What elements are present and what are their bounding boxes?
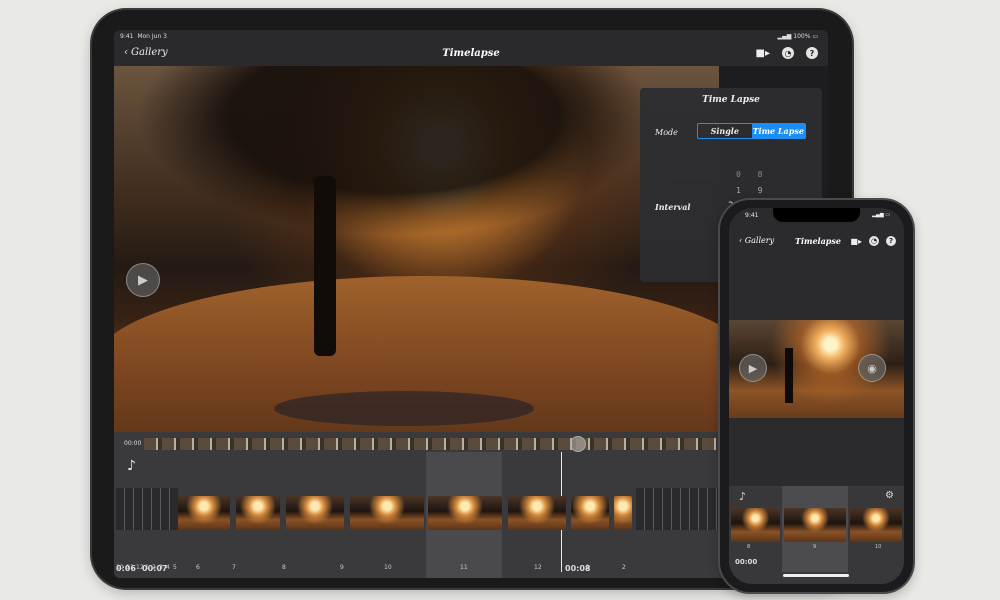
current-time: 0:06	[116, 564, 136, 573]
battery-icon: ▭	[812, 33, 818, 40]
frame-thumbnail-selected[interactable]	[428, 496, 502, 530]
clip-number: 8	[282, 564, 286, 571]
tick-block	[636, 488, 718, 530]
settings-title: Time Lapse	[702, 95, 760, 105]
gear-icon[interactable]: ⚙	[885, 490, 894, 501]
battery-percent: 100%	[793, 33, 811, 40]
clip-number: 2	[622, 564, 626, 571]
notch	[773, 208, 860, 222]
nav-actions: ■▸ ◔ ?	[756, 47, 818, 59]
iphone-screen: 9:41 ▂▄▆ ▭ ‹ Gallery Timelapse ■▸ ◔ ? ▶ …	[729, 208, 904, 584]
iphone-device: 9:41 ▂▄▆ ▭ ‹ Gallery Timelapse ■▸ ◔ ? ▶ …	[720, 200, 913, 592]
frame-thumbnail[interactable]	[508, 496, 566, 530]
frame-thumbnail[interactable]	[571, 496, 609, 530]
scrub-start-time: 00:00	[124, 440, 142, 447]
timer-icon: ◉	[867, 361, 877, 375]
nav-bar: ‹ Gallery Timelapse ■▸ ◔ ?	[114, 44, 828, 66]
video-camera-icon[interactable]: ■▸	[850, 237, 862, 246]
picker-row-1[interactable]: 0 8	[736, 170, 768, 179]
page-title: Timelapse	[442, 48, 500, 59]
frame-thumbnail[interactable]	[850, 508, 902, 542]
picker-row-2[interactable]: 1 9	[736, 186, 768, 195]
chevron-left-icon: ‹	[739, 236, 743, 245]
iphone-status-time: 9:41	[745, 212, 759, 219]
clip-number: 11	[460, 564, 468, 571]
iphone-nav-bar: ‹ Gallery Timelapse ■▸ ◔ ?	[729, 232, 904, 252]
iphone-page-title: Timelapse	[795, 236, 841, 246]
iphone-back-label: Gallery	[744, 236, 775, 245]
status-time: 9:41	[120, 33, 134, 40]
tree-shadow	[274, 391, 534, 426]
help-icon[interactable]: ?	[806, 47, 818, 59]
clip-end-time: 00:08	[565, 564, 591, 573]
help-icon[interactable]: ?	[886, 236, 896, 246]
battery-icon: ▭	[885, 212, 890, 218]
clip-number: 7	[232, 564, 236, 571]
frame-thumbnail-selected[interactable]	[784, 508, 846, 542]
timer-icon[interactable]: ◔	[782, 47, 794, 59]
frame-thumbnail[interactable]	[614, 496, 632, 530]
iphone-play-button[interactable]: ▶	[739, 354, 767, 382]
iphone-status-icons: ▂▄▆ ▭	[872, 212, 890, 218]
clip-number: 12	[534, 564, 542, 571]
clip-number: 6	[196, 564, 200, 571]
tree-canopy	[134, 66, 654, 236]
frame-thumbnail[interactable]	[236, 496, 280, 530]
clip-number: 10	[384, 564, 392, 571]
mode-label: Mode	[655, 128, 678, 137]
status-date: Mon Jun 3	[137, 33, 167, 40]
iphone-back-button[interactable]: ‹ Gallery	[739, 236, 774, 245]
signal-icon: ▂▄▆	[872, 212, 884, 218]
clip-number: 8	[747, 544, 751, 550]
status-bar: 9:41 Mon Jun 3 ▂▄▆ 100% ▭	[114, 30, 828, 44]
home-indicator	[783, 574, 849, 577]
mode-single-option[interactable]: Single	[698, 124, 752, 138]
timer-icon[interactable]: ◔	[869, 236, 879, 246]
tree-trunk	[314, 176, 336, 356]
iphone-time: 00:00	[735, 558, 758, 566]
clip-number: 9	[813, 544, 817, 550]
interval-label: Interval	[655, 202, 691, 212]
timelapse-preview: ▶	[114, 66, 754, 496]
mode-time-lapse-option[interactable]: Time Lapse	[751, 124, 805, 138]
frame-thumbnail[interactable]	[178, 496, 230, 530]
wifi-icon: ▂▄▆	[777, 33, 792, 40]
tick-number: 5	[173, 564, 177, 571]
frame-thumbnail[interactable]	[350, 496, 424, 530]
scrub-bar[interactable]	[144, 438, 716, 450]
clip-start-time: 00:07	[142, 564, 168, 573]
music-note-icon[interactable]: ♪	[127, 458, 136, 474]
play-icon: ▶	[138, 272, 148, 288]
play-icon: ▶	[748, 361, 758, 375]
music-note-icon[interactable]: ♪	[739, 490, 746, 503]
iphone-timer-button[interactable]: ◉	[858, 354, 886, 382]
mode-segmented-control: Single Time Lapse	[697, 123, 806, 139]
clip-number: 10	[875, 544, 882, 550]
iphone-timelapse-preview: ▶ ◉	[729, 320, 904, 418]
iphone-nav-actions: ■▸ ◔ ?	[850, 236, 896, 246]
play-button[interactable]: ▶	[126, 263, 160, 297]
tree-trunk	[785, 348, 793, 403]
tick-block	[116, 488, 178, 530]
scrub-handle[interactable]	[570, 436, 586, 452]
frame-thumbnail[interactable]	[286, 496, 344, 530]
video-camera-icon[interactable]: ■▸	[756, 48, 770, 59]
frame-thumbnail[interactable]	[731, 508, 780, 542]
iphone-clip-timeline: ♪ ⚙ 8 9 10 00:00	[729, 486, 904, 584]
clip-number: 9	[340, 564, 344, 571]
